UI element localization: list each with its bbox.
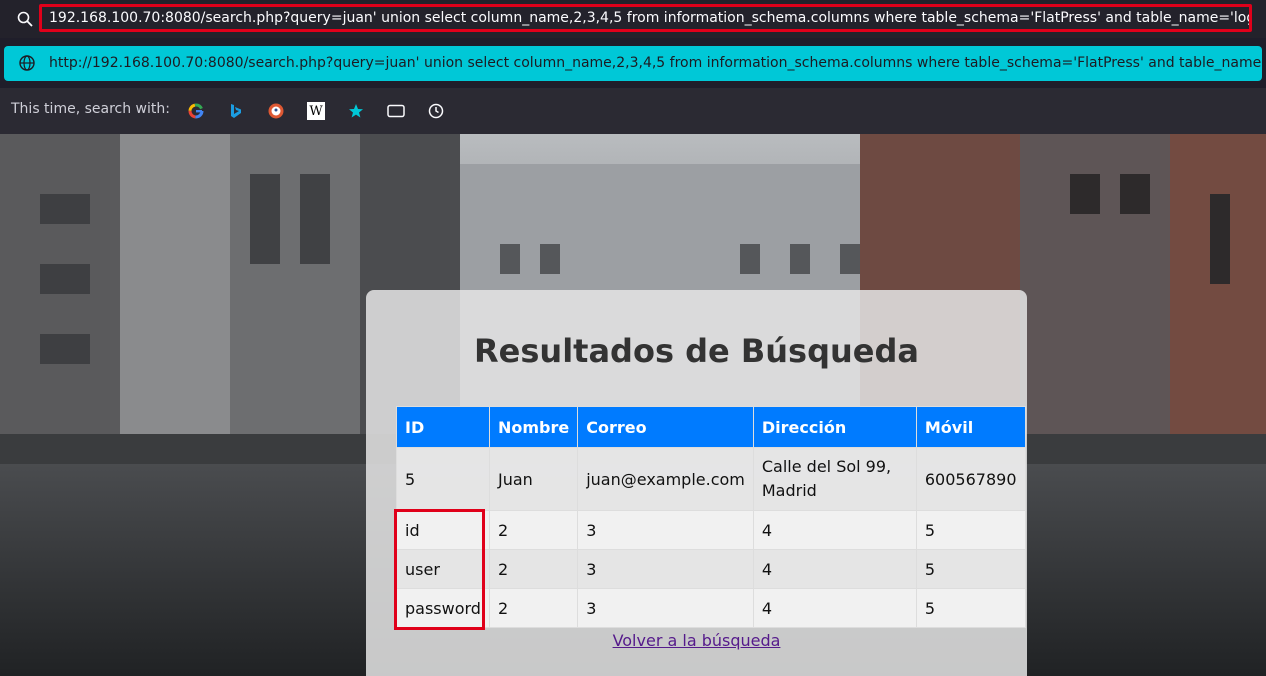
table-cell: 4 — [752, 510, 917, 550]
table-cell: 5 — [915, 510, 1026, 550]
url-suggestion[interactable]: http://192.168.100.70:8080/search.php?qu… — [4, 46, 1262, 81]
url-bar: 192.168.100.70:8080/search.php?query=jua… — [0, 0, 1266, 38]
table-cell: password — [396, 588, 490, 628]
table-cell: 5 — [915, 588, 1026, 628]
table-cell: 5 — [915, 549, 1026, 589]
table-cell: 3 — [577, 549, 754, 589]
table-row: 5 Juan juan@example.com Calle del Sol 99… — [396, 447, 1026, 511]
history-icon[interactable] — [427, 102, 445, 120]
results-table: ID Nombre Correo Dirección Móvil 5 Juan … — [396, 406, 1026, 628]
column-header-nombre: Nombre — [488, 406, 579, 448]
table-cell: juan@example.com — [577, 447, 754, 511]
tabs-icon[interactable] — [387, 102, 405, 120]
bing-icon[interactable] — [227, 102, 245, 120]
table-row: id 2 3 4 5 — [396, 510, 1026, 550]
duckduckgo-icon[interactable] — [267, 102, 285, 120]
column-header-direccion: Dirección — [752, 406, 917, 448]
column-header-movil: Móvil — [915, 406, 1026, 448]
table-cell: Calle del Sol 99, Madrid — [752, 447, 917, 511]
wikipedia-icon[interactable]: W — [307, 102, 325, 120]
table-cell: 5 — [396, 447, 490, 511]
table-cell: 3 — [577, 588, 754, 628]
table-cell: 600567890 — [915, 447, 1026, 511]
bookmarks-star-icon[interactable] — [347, 102, 365, 120]
table-cell: user — [396, 549, 490, 589]
table-cell: 4 — [752, 549, 917, 589]
table-cell: 2 — [488, 549, 579, 589]
address-input[interactable]: 192.168.100.70:8080/search.php?query=jua… — [39, 4, 1252, 32]
back-to-search-link[interactable]: Volver a la búsqueda — [366, 631, 1027, 650]
search-with-label: This time, search with: — [11, 101, 170, 117]
table-cell: 2 — [488, 588, 579, 628]
table-cell: 3 — [577, 510, 754, 550]
results-card: Resultados de Búsqueda ID Nombre Correo … — [366, 290, 1027, 676]
suggestion-url-text: http://192.168.100.70:8080/search.php?qu… — [49, 55, 1261, 71]
table-header-row: ID Nombre Correo Dirección Móvil — [396, 406, 1026, 448]
google-icon[interactable] — [187, 102, 205, 120]
table-row: user 2 3 4 5 — [396, 549, 1026, 589]
search-engines-bar: This time, search with: W — [0, 88, 1266, 134]
table-cell: 4 — [752, 588, 917, 628]
page-title: Resultados de Búsqueda — [474, 332, 919, 370]
search-icon — [17, 11, 33, 27]
table-row: password 2 3 4 5 — [396, 588, 1026, 628]
column-header-id: ID — [396, 406, 490, 448]
table-cell: 2 — [488, 510, 579, 550]
column-header-correo: Correo — [577, 406, 754, 448]
globe-icon — [19, 55, 35, 71]
table-cell: Juan — [488, 447, 579, 511]
table-cell: id — [396, 510, 490, 550]
